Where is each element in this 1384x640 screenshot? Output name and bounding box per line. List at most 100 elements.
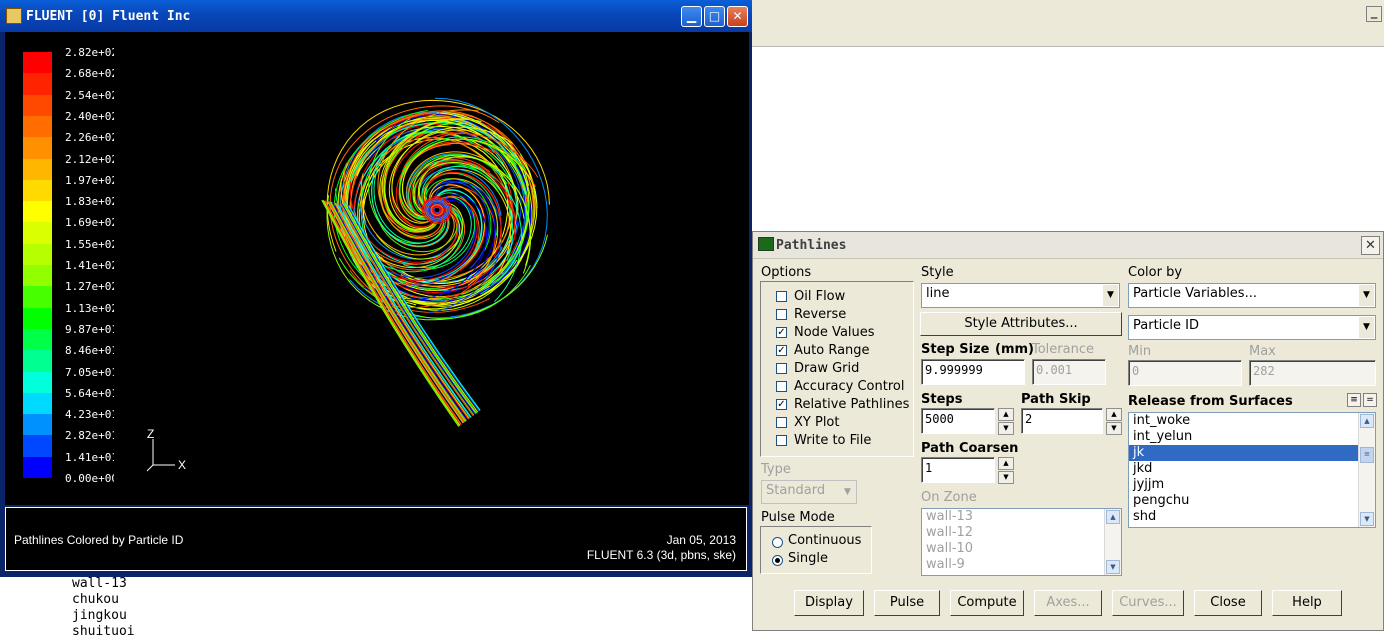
pathline — [433, 206, 441, 214]
checkbox-box[interactable]: ✓ — [776, 345, 787, 356]
tolerance-label: Tolerance — [1032, 342, 1094, 357]
release-from-surfaces-label: Release from Surfaces — [1128, 394, 1293, 409]
select-all-button[interactable]: ≡ — [1347, 393, 1361, 407]
checkbox-box[interactable] — [776, 417, 787, 428]
axes-button[interactable]: Axes... — [1034, 590, 1102, 616]
scroll-down-icon[interactable]: ▼ — [1106, 560, 1120, 574]
console-line: shuituoi — [72, 624, 135, 639]
list-item[interactable]: wall-10 — [922, 541, 1121, 557]
min-input[interactable]: 0 — [1128, 360, 1242, 386]
path-coarsen-spinner[interactable]: ▲ ▼ — [998, 457, 1014, 484]
close-button[interactable]: ✕ — [727, 6, 748, 27]
compute-button[interactable]: Compute — [950, 590, 1024, 616]
plot-caption: Pathlines Colored by Particle ID — [14, 533, 184, 547]
list-item[interactable]: wall-13 — [922, 509, 1121, 525]
scroll-up-icon[interactable]: ▲ — [1360, 414, 1374, 428]
checkbox-box[interactable] — [776, 381, 787, 392]
plot-version: FLUENT 6.3 (3d, pbns, ske) — [586, 548, 736, 562]
checkbox-box[interactable] — [776, 435, 787, 446]
options-group: Oil Flow Reverse ✓ Node Values ✓ Auto Rang… — [760, 281, 914, 457]
console-line: wall-13 — [72, 576, 127, 591]
close-icon: ✕ — [732, 9, 743, 23]
console-line: chukou — [72, 592, 119, 607]
on-zone-list[interactable]: wall-13 wall-12 wall-10 wall-9 ▲ ▼ — [921, 508, 1122, 576]
help-button[interactable]: Help — [1272, 590, 1342, 616]
curves-button[interactable]: Curves... — [1112, 590, 1184, 616]
pulse-button[interactable]: Pulse — [874, 590, 940, 616]
spin-up-icon[interactable]: ▲ — [1106, 408, 1122, 421]
spin-up-icon[interactable]: ▲ — [998, 457, 1014, 470]
path-coarsen-input[interactable]: 1 — [921, 457, 995, 483]
checkbox-box[interactable] — [776, 291, 787, 302]
scroll-up-icon[interactable]: ▲ — [1106, 510, 1120, 524]
chevron-down-icon: ▼ — [1359, 285, 1374, 306]
step-size-unit: (mm) — [995, 342, 1034, 357]
graphics-window-titlebar[interactable]: FLUENT [0] Fluent Inc ▁ □ ✕ — [0, 0, 752, 32]
checkbox-box[interactable]: ✓ — [776, 399, 787, 410]
maximize-button[interactable]: □ — [704, 6, 725, 27]
max-input[interactable]: 282 — [1249, 360, 1376, 386]
list-item-selected[interactable]: jk — [1129, 445, 1375, 461]
minimize-button[interactable]: ▁ — [681, 6, 702, 27]
plot-date: Jan 05, 2013 — [666, 533, 736, 547]
list-item[interactable]: shd — [1129, 509, 1375, 525]
console-output: wall-13 chukou jingkou shuituoi — [72, 576, 135, 640]
dialog-title: Pathlines — [776, 238, 847, 253]
type-select[interactable]: Standard ▼ — [761, 480, 857, 504]
pulse-mode-group: Continuous Single — [760, 526, 872, 574]
style-label: Style — [921, 265, 954, 280]
checkbox-box[interactable]: ✓ — [776, 327, 787, 338]
release-surfaces-list[interactable]: int_woke int_yelun jk jkd jyjjm pengchu … — [1128, 412, 1376, 528]
list-item[interactable]: jyjjm — [1129, 477, 1375, 493]
list-item[interactable]: int_woke — [1129, 413, 1375, 429]
tolerance-input[interactable]: 0.001 — [1032, 359, 1106, 385]
checkbox-box[interactable] — [776, 363, 787, 374]
style-select-value: line — [926, 286, 950, 301]
path-coarsen-label: Path Coarsen — [921, 441, 1019, 456]
spin-down-icon[interactable]: ▼ — [1106, 422, 1122, 435]
list-item[interactable]: wall-12 — [922, 525, 1121, 541]
radio-single[interactable] — [772, 555, 783, 566]
dialog-titlebar[interactable]: Pathlines ✕ — [753, 232, 1383, 259]
checkbox-box[interactable] — [776, 309, 787, 320]
scroll-down-icon[interactable]: ▼ — [1360, 512, 1374, 526]
chevron-down-icon: ▼ — [1103, 285, 1118, 306]
list-item[interactable]: jkd — [1129, 461, 1375, 477]
console-minimize-button[interactable]: _ — [1366, 6, 1382, 22]
on-zone-scrollbar[interactable]: ▲ ▼ — [1104, 509, 1121, 575]
console-window-titlebar — [752, 0, 1384, 27]
radio-continuous-label: Continuous — [788, 533, 862, 548]
color-by-category-value: Particle Variables... — [1133, 286, 1257, 301]
step-size-input[interactable]: 9.999999 — [921, 359, 1025, 385]
close-dialog-button[interactable]: Close — [1194, 590, 1262, 616]
path-skip-label: Path Skip — [1021, 392, 1091, 407]
on-zone-label: On Zone — [921, 490, 977, 505]
steps-label: Steps — [921, 392, 963, 407]
color-by-variable-select[interactable]: Particle ID ▼ — [1128, 315, 1376, 340]
minimize-icon: ▁ — [686, 9, 697, 23]
color-by-label: Color by — [1128, 265, 1183, 280]
spin-up-icon[interactable]: ▲ — [998, 408, 1014, 421]
style-attributes-button[interactable]: Style Attributes... — [920, 312, 1122, 336]
step-size-label: Step Size — [921, 342, 990, 357]
steps-input[interactable]: 5000 — [921, 408, 995, 434]
console-line: jingkou — [72, 608, 127, 623]
path-skip-spinner[interactable]: ▲ ▼ — [1106, 408, 1122, 435]
path-skip-input[interactable]: 2 — [1021, 408, 1103, 434]
spin-down-icon[interactable]: ▼ — [998, 422, 1014, 435]
graphics-canvas[interactable]: 2.82e+02 2.68e+02 2.54e+02 2.40e+02 2.26e+02… — [5, 32, 749, 505]
style-select[interactable]: line ▼ — [921, 283, 1120, 308]
scroll-thumb[interactable]: ≡ — [1360, 447, 1374, 463]
list-item[interactable]: pengchu — [1129, 493, 1375, 509]
list-item[interactable]: wall-9 — [922, 557, 1121, 573]
radio-continuous[interactable] — [772, 537, 783, 548]
list-item[interactable]: int_yelun — [1129, 429, 1375, 445]
color-by-category-select[interactable]: Particle Variables... ▼ — [1128, 283, 1376, 308]
release-surfaces-scrollbar[interactable]: ▲ ≡ ▼ — [1358, 413, 1375, 527]
steps-spinner[interactable]: ▲ ▼ — [998, 408, 1014, 435]
dialog-close-button[interactable]: ✕ — [1361, 236, 1380, 255]
display-button[interactable]: Display — [794, 590, 864, 616]
spin-down-icon[interactable]: ▼ — [998, 471, 1014, 484]
maximize-icon: □ — [708, 9, 721, 23]
deselect-all-button[interactable]: = — [1363, 393, 1377, 407]
